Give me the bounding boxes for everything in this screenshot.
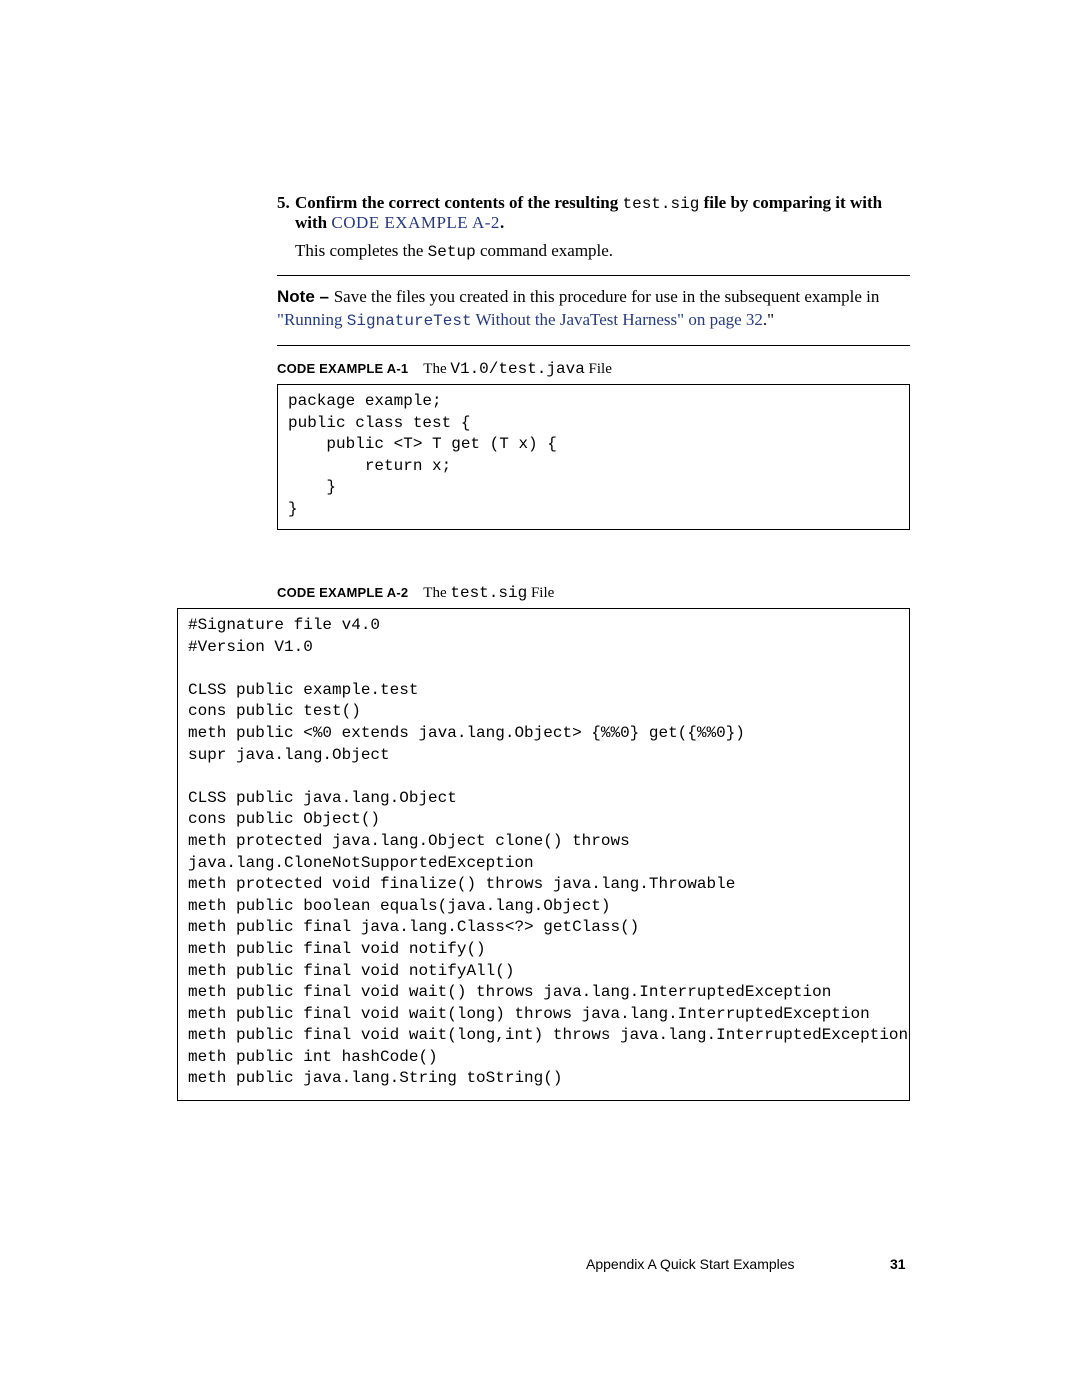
example-a2-code: #Signature file v4.0 #Version V1.0 CLSS … bbox=[177, 608, 910, 1101]
code-example-a1: CODE EXAMPLE A-1 The V1.0/test.java File… bbox=[277, 360, 910, 530]
note-line-end: ." bbox=[763, 310, 774, 329]
example-a1-label: CODE EXAMPLE A-1 bbox=[277, 361, 408, 376]
step-lead: Confirm the correct contents of the resu… bbox=[295, 193, 623, 212]
footer-text: Appendix A Quick Start Examples bbox=[586, 1256, 795, 1272]
example-a1-caption-code: V1.0/test.java bbox=[450, 360, 584, 378]
step-tail: file by comparing it with bbox=[699, 193, 882, 212]
example-a2-label: CODE EXAMPLE A-2 bbox=[277, 585, 408, 600]
step-number: 5. bbox=[277, 193, 295, 233]
step-body-code: Setup bbox=[428, 243, 476, 261]
note-link-openquote: " bbox=[277, 310, 284, 329]
footer-page-number: 31 bbox=[890, 1256, 906, 1272]
example-a2-caption-pre: The bbox=[423, 585, 450, 601]
step-with: with bbox=[295, 213, 331, 232]
step-body-pre: This completes the bbox=[295, 241, 428, 260]
example-a1-caption-post: File bbox=[585, 361, 612, 377]
step-5: 5. Confirm the correct contents of the r… bbox=[277, 193, 910, 261]
example-a1-caption-pre: The bbox=[423, 361, 450, 377]
note-line1: Save the files you created in this proce… bbox=[334, 287, 880, 306]
step-body-post: command example. bbox=[476, 241, 613, 260]
note-link-post: Without the JavaTest Harness" on page 32 bbox=[472, 310, 763, 329]
example-a2-header: CODE EXAMPLE A-2 The test.sig File bbox=[277, 584, 910, 602]
note-link-pre: Running bbox=[284, 310, 347, 329]
step-line: 5. Confirm the correct contents of the r… bbox=[277, 193, 910, 233]
note-rule-bottom bbox=[277, 345, 910, 346]
note-link[interactable]: "Running SignatureTest Without the JavaT… bbox=[277, 310, 763, 329]
step-body: This completes the Setup command example… bbox=[295, 241, 910, 261]
example-a1-header: CODE EXAMPLE A-1 The V1.0/test.java File bbox=[277, 360, 910, 378]
step-xref[interactable]: CODE EXAMPLE A-2 bbox=[331, 213, 500, 232]
example-a2-caption-code: test.sig bbox=[450, 584, 527, 602]
step-code-inline: test.sig bbox=[623, 195, 700, 213]
example-a2-caption-post: File bbox=[527, 585, 554, 601]
note-label: Note – bbox=[277, 287, 334, 306]
page: 5. Confirm the correct contents of the r… bbox=[0, 0, 1080, 1397]
note-text: Note – Save the files you created in thi… bbox=[277, 276, 910, 345]
step-text: Confirm the correct contents of the resu… bbox=[295, 193, 910, 233]
note-block: Note – Save the files you created in thi… bbox=[277, 275, 910, 346]
code-example-a2: CODE EXAMPLE A-2 The test.sig File #Sign… bbox=[177, 584, 910, 1101]
note-link-code: SignatureTest bbox=[347, 312, 472, 330]
step-period: . bbox=[500, 213, 504, 232]
example-a1-code: package example; public class test { pub… bbox=[277, 384, 910, 530]
